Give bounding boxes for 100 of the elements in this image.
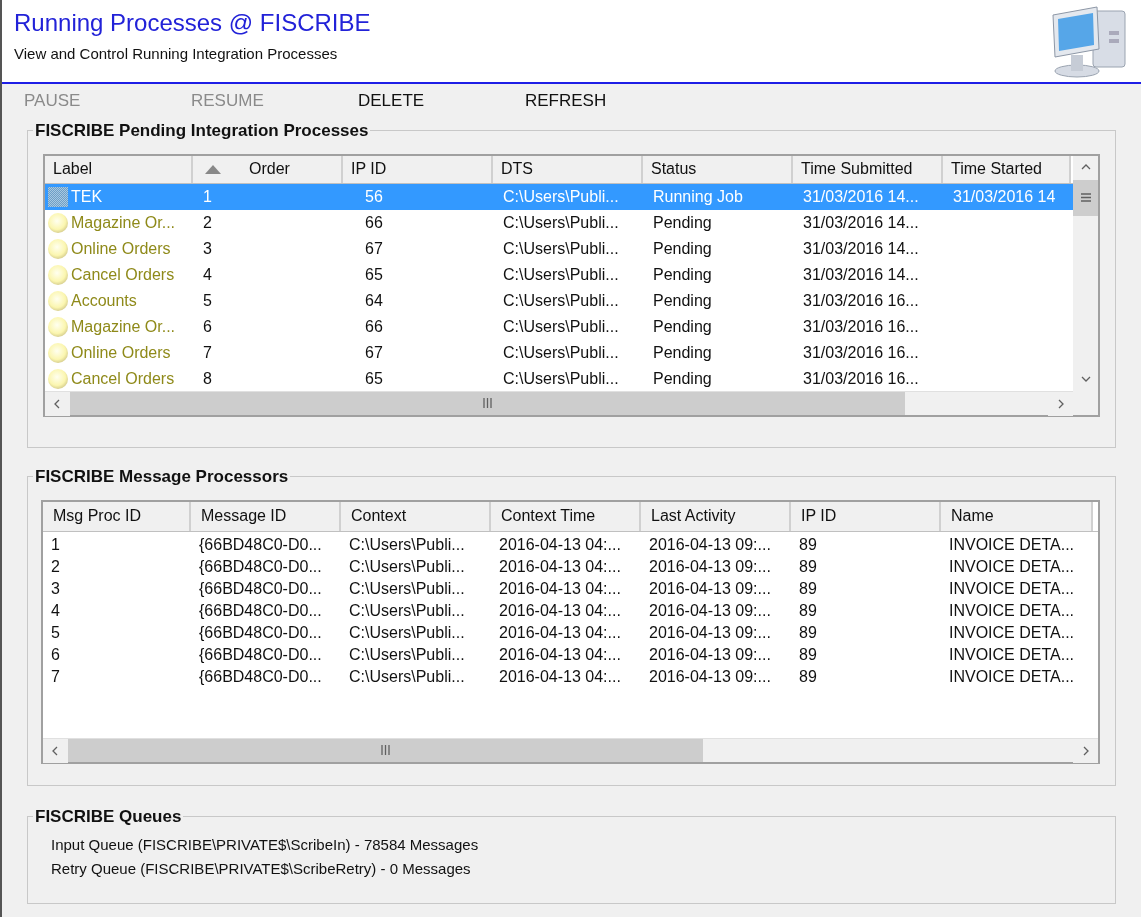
table-cell-text: 31/03/2016 16... (803, 368, 919, 389)
scrollbar-thumb[interactable] (70, 391, 905, 415)
table-cell-text: 31/03/2016 14... (803, 238, 919, 259)
status-icon (47, 211, 69, 234)
process-row[interactable]: Accounts 5 64 C:\Users\Publi... Pending 31/03/2016 16... (45, 287, 1073, 314)
column-header[interactable]: IP ID (791, 501, 941, 531)
table-cell: {66BD48C0-D0... (199, 601, 322, 619)
column-header[interactable]: Message ID (191, 501, 341, 531)
column-header[interactable]: Name (941, 501, 1093, 531)
process-row[interactable]: Online Orders 3 67 C:\Users\Publi... Pending 31/03/2016 14... (45, 235, 1073, 262)
column-header[interactable]: DTS (493, 155, 643, 183)
column-header[interactable]: Msg Proc ID (43, 501, 191, 531)
table-cell-text: C:\Users\Publi... (503, 290, 619, 311)
table-cell: C:\Users\Publi... (349, 601, 465, 619)
table-cell-text: 31/03/2016 14... (803, 264, 919, 285)
scrollbar-thumb[interactable] (68, 738, 703, 762)
table-cell-text: C:\Users\Publi... (503, 368, 619, 389)
table-cell-text: Pending (653, 264, 712, 285)
table-cell-text: 31/03/2016 14... (803, 186, 919, 207)
table-cell: 2016-04-13 09:... (649, 667, 771, 685)
table-cell: 2016-04-13 04:... (499, 667, 621, 685)
grip-icon (381, 745, 390, 755)
group-title: FISCRIBE Pending Integration Processes (34, 120, 370, 142)
column-header[interactable]: Last Activity (641, 501, 791, 531)
table-cell: C:\Users\Publi... (349, 579, 465, 597)
table-cell-text: 3 (203, 238, 212, 259)
table-cell-text: Accounts (71, 290, 137, 311)
column-header[interactable]: Context (341, 501, 491, 531)
table-cell-text: 4 (203, 264, 212, 285)
table-cell: 2016-04-13 09:... (649, 579, 771, 597)
table-cell: {66BD48C0-D0... (199, 667, 322, 685)
table-cell-text: 31/03/2016 14 (953, 186, 1056, 207)
vertical-scrollbar[interactable] (1073, 155, 1098, 391)
status-icon (47, 185, 69, 208)
table-cell-text: 5 (203, 290, 212, 311)
table-cell-text: C:\Users\Publi... (503, 264, 619, 285)
column-label: Time Started (951, 159, 1042, 179)
table-cell-text: 67 (365, 238, 383, 259)
horizontal-scrollbar[interactable] (43, 737, 1098, 762)
scrollbar-thumb[interactable] (1073, 179, 1098, 216)
table-cell: INVOICE DETA... (949, 557, 1075, 575)
table-cell-text: 56 (365, 186, 383, 207)
table-cell: 89 (799, 623, 817, 641)
table-cell: 89 (799, 645, 817, 663)
table-cell: {66BD48C0-D0... (199, 623, 322, 641)
table-cell: {66BD48C0-D0... (199, 535, 322, 553)
status-icon (47, 341, 69, 364)
table-cell: 2016-04-13 04:... (499, 557, 621, 575)
column-label: Label (53, 159, 93, 179)
process-row[interactable]: Cancel Orders 8 65 C:\Users\Publi... Pending 31/03/2016 16... (45, 365, 1073, 391)
table-cell-text: Pending (653, 316, 712, 337)
table-cell: INVOICE DETA... (949, 667, 1075, 685)
process-row[interactable]: Magazine Or... 6 66 C:\Users\Publi... Pending 31/03/2016 16... (45, 313, 1073, 340)
column-label: IP ID (351, 159, 387, 179)
status-icon (47, 367, 69, 390)
status-icon (47, 315, 69, 338)
column-header[interactable]: Order (193, 155, 343, 183)
table-cell-text: 31/03/2016 16... (803, 290, 919, 311)
table-cell-text: 31/03/2016 16... (803, 342, 919, 363)
table-cell: 2016-04-13 09:... (649, 601, 771, 619)
column-header[interactable]: Status (643, 155, 793, 183)
column-header[interactable]: IP ID (343, 155, 493, 183)
column-header[interactable]: Time Submitted (793, 155, 943, 183)
table-cell-text: 66 (365, 316, 383, 337)
table-cell-text: Magazine Or... (71, 212, 176, 233)
table-cell: 2016-04-13 04:... (499, 579, 621, 597)
table-cell: 5 (51, 623, 60, 641)
table-cell-text: Running Job (653, 186, 743, 207)
table-cell: 2016-04-13 09:... (649, 535, 771, 553)
horizontal-scrollbar[interactable] (45, 390, 1073, 415)
process-row[interactable]: Online Orders 7 67 C:\Users\Publi... Pending 31/03/2016 16... (45, 339, 1073, 366)
toolbar-button[interactable]: DELETE (358, 88, 525, 114)
process-row[interactable]: Cancel Orders 4 65 C:\Users\Publi... Pending 31/03/2016 14... (45, 261, 1073, 288)
group-title: FISCRIBE Queues (34, 806, 183, 828)
table-cell: 2016-04-13 04:... (499, 601, 621, 619)
column-header[interactable]: Label (45, 155, 193, 183)
table-cell-text: 65 (365, 264, 383, 285)
table-cell: 2016-04-13 09:... (649, 645, 771, 663)
table-cell: 2016-04-13 04:... (499, 623, 621, 641)
table-cell: 1 (51, 535, 60, 553)
table-cell-text: C:\Users\Publi... (503, 238, 619, 259)
table-cell-text: 2 (203, 212, 212, 233)
process-row[interactable]: Magazine Or... 2 66 C:\Users\Publi... Pending 31/03/2016 14... (45, 209, 1073, 236)
table-cell: INVOICE DETA... (949, 579, 1075, 597)
toolbar-button[interactable]: REFRESH (525, 88, 692, 114)
page-subtitle: View and Control Running Integration Processes (14, 44, 339, 64)
table-cell: C:\Users\Publi... (349, 623, 465, 641)
column-header[interactable]: Time Started (943, 155, 1071, 183)
table-cell: 89 (799, 601, 817, 619)
table-cell: {66BD48C0-D0... (199, 579, 322, 597)
table-cell: 3 (51, 579, 60, 597)
queue-status-text: Retry Queue (FISCRIBE\PRIVATE$\ScribeRetry) - 0 Messages (51, 859, 472, 879)
column-header[interactable]: Context Time (491, 501, 641, 531)
table-cell: 2 (51, 557, 60, 575)
table-cell: INVOICE DETA... (949, 535, 1075, 553)
table-cell: INVOICE DETA... (949, 601, 1075, 619)
table-cell: 6 (51, 645, 60, 663)
table-cell-text: Pending (653, 342, 712, 363)
table-cell-text: 1 (203, 186, 212, 207)
table-cell: 2016-04-13 04:... (499, 645, 621, 663)
